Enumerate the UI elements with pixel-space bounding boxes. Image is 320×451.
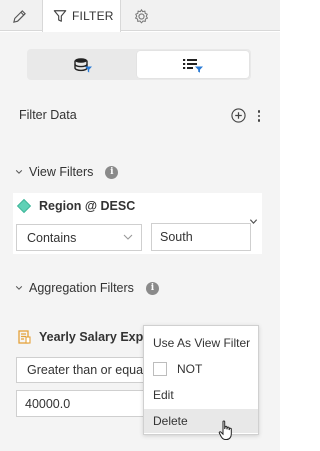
toggle-view-filters[interactable]: [137, 51, 249, 78]
aggregation-filter-title: Yearly Salary Expe: [18, 330, 150, 344]
filter-context-menu: Use As View Filter NOT Edit Delete: [143, 325, 259, 435]
view-filter-operator-select[interactable]: Contains: [16, 224, 142, 251]
view-filters-label: View Filters: [29, 165, 94, 179]
filter-mode-toggle: [27, 49, 251, 80]
toggle-data-filters[interactable]: [29, 51, 137, 78]
menu-item-not-label: NOT: [177, 362, 203, 376]
dimension-diamond-icon: [16, 198, 32, 214]
gear-icon[interactable]: [130, 5, 152, 27]
chevron-down-icon: [123, 234, 133, 240]
menu-item-use-as-view-filter[interactable]: Use As View Filter: [144, 331, 258, 355]
chevron-down-icon[interactable]: [249, 217, 258, 226]
hand-cursor-icon: [218, 420, 232, 440]
aggregation-filter-field: Yearly Salary Expe: [39, 330, 151, 344]
menu-item-not[interactable]: NOT: [144, 357, 258, 381]
view-filter-operator: Contains: [27, 230, 77, 245]
view-filter-value-input[interactable]: South: [151, 223, 251, 251]
aggregation-filter-operator: Greater than or equal: [27, 363, 146, 377]
pencil-icon[interactable]: [8, 5, 30, 27]
view-filter-field: Region @ DESC: [39, 199, 136, 213]
chevron-down-icon: [15, 170, 23, 174]
menu-item-edit[interactable]: Edit: [144, 383, 258, 407]
aggregation-filter-value: 40000.0: [25, 396, 71, 411]
menu-item-delete[interactable]: Delete: [144, 409, 258, 433]
view-filters-header[interactable]: View Filters i: [15, 164, 119, 180]
measure-icon: [18, 330, 31, 344]
aggregation-filters-label: Aggregation Filters: [29, 281, 134, 295]
list-filter-icon: [183, 58, 203, 73]
info-icon[interactable]: i: [145, 281, 159, 295]
tab-filter-label: FILTER: [72, 9, 114, 23]
view-filter-value: South: [160, 230, 193, 244]
panel-tab-bar: FILTER: [0, 0, 280, 32]
aggregation-filter-value-input[interactable]: 40000.0: [16, 390, 148, 417]
more-options-icon[interactable]: [254, 108, 264, 124]
aggregation-filter-operator-select[interactable]: Greater than or equal: [16, 357, 148, 383]
filter-data-label: Filter Data: [19, 108, 77, 122]
database-filter-icon: [74, 57, 92, 72]
tab-filter[interactable]: FILTER: [42, 0, 121, 32]
info-icon[interactable]: i: [105, 165, 119, 179]
view-filter-title: Region @ DESC: [16, 198, 136, 214]
funnel-icon: [53, 10, 67, 22]
aggregation-filters-header[interactable]: Aggregation Filters i: [15, 280, 159, 296]
chevron-down-icon: [15, 286, 23, 290]
not-checkbox[interactable]: [153, 362, 167, 376]
add-filter-icon[interactable]: [231, 108, 246, 123]
